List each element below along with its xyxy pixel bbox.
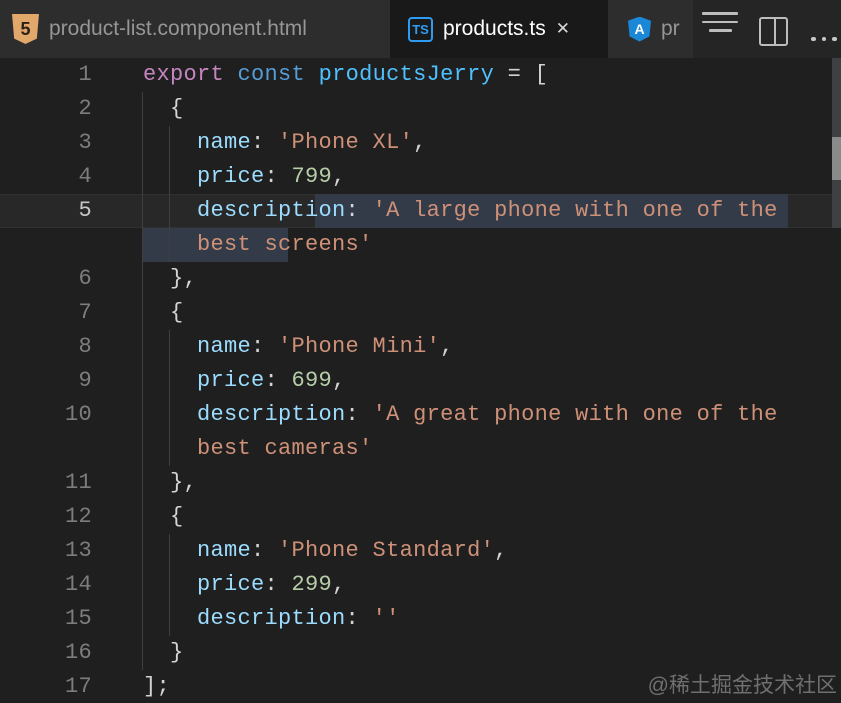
line-number: 6	[78, 266, 92, 291]
line-number: 3	[78, 130, 92, 155]
code-line: name: 'Phone Mini',	[197, 334, 454, 359]
code-line: price: 799,	[197, 164, 346, 189]
code-row: 11 },	[0, 466, 841, 500]
code-line: },	[143, 266, 198, 291]
code-row: best screens'	[0, 228, 841, 262]
code-line: description: ''	[197, 606, 400, 631]
line-number: 14	[64, 572, 92, 597]
line-number: 11	[64, 470, 92, 495]
code-row: 4 price: 799,	[0, 160, 841, 194]
code-line: },	[143, 470, 198, 495]
tab-label: products.ts	[443, 17, 546, 40]
line-number: 15	[64, 606, 92, 631]
close-tab-icon[interactable]: ✕	[556, 19, 570, 39]
angular-icon: A	[628, 16, 651, 42]
line-number: 12	[64, 504, 92, 529]
line-number: 5	[78, 198, 92, 223]
code-line: price: 299,	[197, 572, 346, 597]
scrollbar-thumb[interactable]	[832, 137, 841, 180]
code-line: {	[143, 504, 184, 529]
tab-product-list-component-html[interactable]: 5 product-list.component.html	[0, 0, 390, 58]
split-editor-icon[interactable]	[759, 8, 788, 54]
line-number: 13	[64, 538, 92, 563]
line-number: 2	[78, 96, 92, 121]
code-row: 14 price: 299,	[0, 568, 841, 602]
code-line: best screens'	[197, 232, 373, 257]
editor-tab-bar: 5 product-list.component.html TS product…	[0, 0, 841, 58]
line-number: 10	[64, 402, 92, 427]
code-line: name: 'Phone XL',	[197, 130, 427, 155]
menu-icon[interactable]	[702, 12, 738, 58]
code-line: {	[143, 300, 184, 325]
code-editor[interactable]: 1 export const productsJerry = [2 {3 name…	[0, 58, 841, 703]
code-line: best cameras'	[197, 436, 373, 461]
vscode-window: 5 product-list.component.html TS product…	[0, 0, 841, 703]
code-line: export const productsJerry = [	[143, 62, 549, 87]
tab-label: product-list.component.html	[49, 17, 307, 40]
more-actions-icon[interactable]	[811, 16, 837, 62]
code-row: 8 name: 'Phone Mini',	[0, 330, 841, 364]
scrollbar-thumb[interactable]	[832, 58, 841, 137]
line-number: 17	[64, 674, 92, 699]
code-row: 12 {	[0, 500, 841, 534]
code-line: }	[143, 640, 184, 665]
code-row: 6 },	[0, 262, 841, 296]
code-row: 7 {	[0, 296, 841, 330]
code-line: name: 'Phone Standard',	[197, 538, 508, 563]
code-row: 2 {	[0, 92, 841, 126]
line-number: 16	[64, 640, 92, 665]
code-line: description: 'A large phone with one of …	[197, 198, 778, 223]
html5-icon: 5	[12, 14, 39, 44]
tab-label: pr	[661, 17, 680, 40]
code-row: 13 name: 'Phone Standard',	[0, 534, 841, 568]
code-row: 3 name: 'Phone XL',	[0, 126, 841, 160]
code-line: description: 'A great phone with one of …	[197, 402, 778, 427]
editor-actions	[693, 0, 841, 58]
line-number: 9	[78, 368, 92, 393]
code-line: price: 699,	[197, 368, 346, 393]
tab-products-ts[interactable]: TS products.ts ✕	[390, 0, 608, 58]
code-row: best cameras'	[0, 432, 841, 466]
code-row: 1 export const productsJerry = [	[0, 58, 841, 92]
line-number: 7	[78, 300, 92, 325]
code-row: 9 price: 699,	[0, 364, 841, 398]
code-rows: 1 export const productsJerry = [2 {3 name…	[0, 58, 841, 703]
code-row: 16 }	[0, 636, 841, 670]
tab-truncated[interactable]: A pr	[608, 0, 693, 58]
typescript-icon: TS	[408, 16, 433, 42]
line-number: 4	[78, 164, 92, 189]
code-line: {	[143, 96, 184, 121]
line-number: 1	[78, 62, 92, 87]
code-row: 10 description: 'A great phone with one …	[0, 398, 841, 432]
line-number: 8	[78, 334, 92, 359]
code-row: 5 description: 'A large phone with one o…	[0, 194, 841, 228]
watermark: @稀土掘金技术社区	[647, 674, 837, 697]
scrollbar-thumb[interactable]	[832, 180, 841, 228]
code-line: ];	[143, 674, 171, 699]
code-row: 15 description: ''	[0, 602, 841, 636]
